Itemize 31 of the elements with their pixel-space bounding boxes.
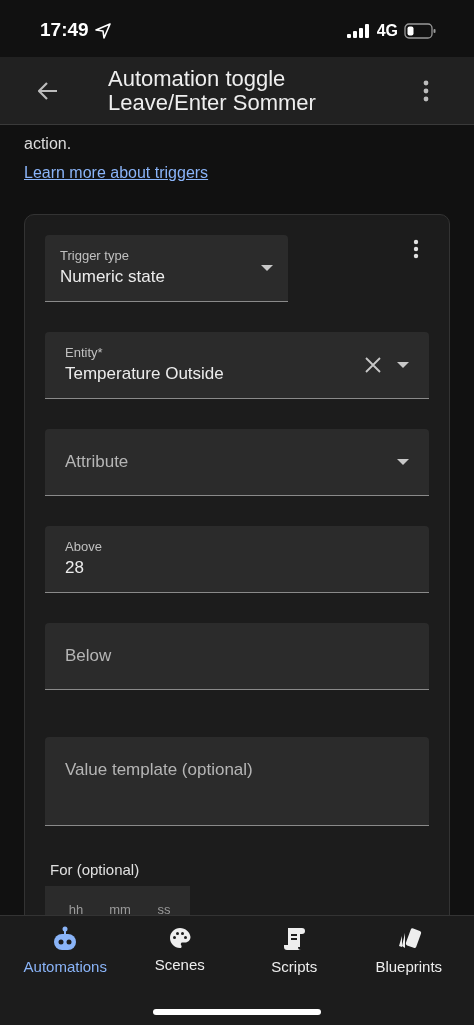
dropdown-caret-icon: [397, 362, 409, 368]
select-field[interactable]: Trigger type Numeric state: [45, 235, 288, 302]
status-time: 17:49: [40, 18, 89, 43]
back-arrow-icon[interactable]: [38, 81, 58, 100]
description-text: action.: [24, 134, 73, 154]
dropdown-caret-icon: [261, 265, 273, 271]
time-input[interactable]: hh: [57, 899, 95, 915]
battery-icon: [404, 22, 436, 39]
nav-tab[interactable]: Scenes: [129, 926, 230, 979]
duration-label: For (optional): [50, 860, 141, 880]
location-icon: [94, 22, 111, 39]
template-field[interactable]: Value template (optional): [45, 737, 429, 826]
select-field[interactable]: Entity* Temperature Outside: [45, 332, 429, 399]
dropdown-caret-icon: [397, 459, 409, 465]
signal-icon: [346, 23, 371, 38]
more-menu-icon[interactable]: [423, 79, 429, 102]
nav-tab[interactable]: Blueprints: [358, 926, 459, 979]
nav-tab[interactable]: Automations: [15, 926, 116, 979]
input-field[interactable]: Below: [45, 623, 429, 690]
clear-icon[interactable]: [365, 357, 381, 373]
input-field[interactable]: Above 28: [45, 526, 429, 593]
time-input[interactable]: mm: [101, 899, 139, 915]
select-field[interactable]: Attribute: [45, 429, 429, 496]
more-menu-icon[interactable]: [413, 239, 419, 259]
page-title: Automation toggle Leave/Enter Sommer: [108, 66, 317, 115]
network-label: 4G: [376, 20, 398, 41]
learn-more-link[interactable]: Learn more about triggers: [24, 162, 209, 184]
time-input[interactable]: ss: [145, 899, 183, 915]
nav-tab[interactable]: Scripts: [244, 926, 345, 979]
palette-icon: [167, 926, 192, 950]
scroll-icon: [282, 926, 307, 952]
